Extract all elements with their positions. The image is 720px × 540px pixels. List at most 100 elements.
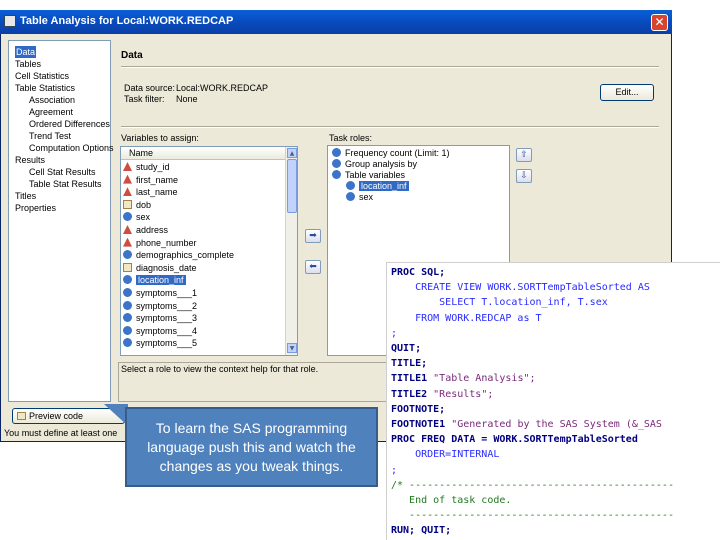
character-variable-icon xyxy=(123,162,132,171)
code-line: /* -------------------------------------… xyxy=(391,480,674,492)
window-title: Table Analysis for Local:WORK.REDCAP xyxy=(20,15,234,27)
name-column-header[interactable]: Name xyxy=(121,147,293,160)
assign-right-arrow-icon[interactable]: ➡ xyxy=(305,229,321,243)
scroll-up-icon[interactable]: ▲ xyxy=(287,148,297,158)
task-role-item[interactable]: Group analysis by xyxy=(332,159,417,170)
nav-item-results[interactable]: Results xyxy=(15,154,45,166)
variable-row[interactable]: sex xyxy=(123,211,150,223)
variable-row[interactable]: symptoms___1 xyxy=(123,287,197,299)
variable-row[interactable]: phone_number xyxy=(123,237,197,249)
code-token: FOOTNOTE; xyxy=(391,403,446,415)
code-line: ORDER=INTERNAL xyxy=(391,449,499,461)
nav-item-table-statistics[interactable]: Table Statistics xyxy=(15,82,75,94)
section-divider xyxy=(121,126,659,128)
numeric-variable-icon xyxy=(123,250,132,260)
scroll-thumb[interactable] xyxy=(287,159,297,213)
nav-item-properties[interactable]: Properties xyxy=(15,202,56,214)
code-line: QUIT; xyxy=(391,343,421,355)
code-line: PROC FREQ DATA = WORK.SORTTempTableSorte… xyxy=(391,434,638,446)
variable-name: last_name xyxy=(136,187,178,198)
code-token: "Results"; xyxy=(433,388,494,400)
nav-item-trend-test[interactable]: Trend Test xyxy=(29,130,71,142)
code-line: TITLE; xyxy=(391,358,427,370)
code-token: "Table Analysis"; xyxy=(433,373,536,385)
code-token: ; xyxy=(391,464,398,476)
code-line: FOOTNOTE; xyxy=(391,404,445,416)
task-role-label: Frequency count (Limit: 1) xyxy=(345,148,450,158)
code-token: ----------------------------------------… xyxy=(391,510,674,522)
move-up-icon[interactable]: ⇧ xyxy=(516,148,532,162)
variable-name: demographics_complete xyxy=(136,250,235,261)
panel-header: Data xyxy=(121,50,143,61)
variable-row[interactable]: study_id xyxy=(123,161,170,173)
date-variable-icon xyxy=(123,199,132,209)
variable-row[interactable]: symptoms___3 xyxy=(123,312,197,324)
variable-name: symptoms___2 xyxy=(136,300,198,311)
nav-item-titles[interactable]: Titles xyxy=(15,190,36,202)
role-icon xyxy=(332,159,341,168)
variable-name: study_id xyxy=(136,162,170,172)
variable-row[interactable]: symptoms___2 xyxy=(123,300,197,312)
table-icon xyxy=(4,15,16,27)
code-line: SELECT T.location_inf, T.sex xyxy=(391,297,608,309)
code-token: TITLE2 xyxy=(391,388,434,400)
task-role-item[interactable]: Frequency count (Limit: 1) xyxy=(332,148,450,159)
nav-item-data[interactable]: Data xyxy=(15,46,37,58)
code-line: TITLE1 "Table Analysis"; xyxy=(391,373,536,385)
nav-item-cell-stat-results[interactable]: Cell Stat Results xyxy=(29,166,96,178)
nav-item-agreement[interactable]: Agreement xyxy=(29,106,73,118)
code-line: RUN; QUIT; xyxy=(391,525,451,537)
nav-item-computation-options[interactable]: Computation Options xyxy=(29,142,114,154)
nav-item-cell-statistics[interactable]: Cell Statistics xyxy=(15,70,69,82)
task-role-item[interactable]: sex xyxy=(346,192,373,203)
variable-row[interactable]: last_name xyxy=(123,186,178,198)
scroll-down-icon[interactable]: ▼ xyxy=(287,343,297,353)
variable-row[interactable]: demographics_complete xyxy=(123,249,234,261)
variable-row[interactable]: symptoms___5 xyxy=(123,337,197,349)
task-role-item[interactable]: location_inf xyxy=(346,181,409,192)
task-filter-value: None xyxy=(176,94,198,104)
variables-scrollbar[interactable]: ▲ ▼ xyxy=(285,147,297,355)
numeric-variable-icon xyxy=(123,288,132,297)
variable-row[interactable]: location_inf xyxy=(123,274,186,286)
variable-row[interactable]: symptoms___4 xyxy=(123,325,197,337)
variable-name: address xyxy=(136,225,169,235)
nav-item-ordered-differences[interactable]: Ordered Differences xyxy=(29,118,110,130)
task-role-label: Group analysis by xyxy=(345,159,418,169)
code-token: CREATE VIEW WORK.SORTTempTableSorted AS xyxy=(391,282,650,294)
numeric-variable-icon xyxy=(123,313,132,323)
variable-name: first_name xyxy=(136,174,179,185)
nav-item-table-stat-results[interactable]: Table Stat Results xyxy=(29,178,102,190)
variables-list[interactable]: Name study_id first_name last_name dob sex ad… xyxy=(120,146,298,356)
code-line: CREATE VIEW WORK.SORTTempTableSorted AS xyxy=(391,282,650,294)
numeric-variable-icon xyxy=(346,181,355,190)
sas-code-preview: PROC SQL; CREATE VIEW WORK.SORTTempTable… xyxy=(386,262,720,540)
nav-item-tables[interactable]: Tables xyxy=(15,58,41,70)
variable-row[interactable]: diagnosis_date xyxy=(123,262,197,274)
preview-code-label: Preview code xyxy=(29,411,84,421)
variable-row[interactable]: first_name xyxy=(123,174,178,186)
task-role-item[interactable]: Table variables xyxy=(332,170,405,181)
nav-item-association[interactable]: Association xyxy=(29,94,75,106)
variable-name: location_inf xyxy=(136,275,186,286)
numeric-variable-icon xyxy=(123,275,132,285)
move-down-icon[interactable]: ⇩ xyxy=(516,169,532,183)
numeric-variable-icon xyxy=(123,300,132,310)
close-button[interactable]: ✕ xyxy=(651,14,668,31)
data-source-value: Local:WORK.REDCAP xyxy=(176,83,269,93)
code-token: PROC FREQ DATA = WORK.SORTTempTableSorte… xyxy=(391,434,638,446)
remove-left-arrow-icon[interactable]: ⬅ xyxy=(305,260,321,274)
numeric-variable-icon xyxy=(123,212,132,222)
task-filter-label: Task filter: xyxy=(124,94,165,104)
character-variable-icon xyxy=(123,237,132,247)
context-help-text: Select a role to view the context help f… xyxy=(121,364,319,374)
callout-text: To learn the SAS programming language pu… xyxy=(147,420,356,474)
code-token: RUN; QUIT; xyxy=(391,525,452,537)
code-line: ----------------------------------------… xyxy=(391,510,674,522)
variable-name: sex xyxy=(136,212,151,223)
variable-row[interactable]: address xyxy=(123,224,168,236)
variable-name: symptoms___4 xyxy=(136,325,198,336)
edit-button[interactable]: Edit... xyxy=(600,84,654,101)
task-role-label: location_inf xyxy=(359,181,409,191)
variable-row[interactable]: dob xyxy=(123,199,151,211)
